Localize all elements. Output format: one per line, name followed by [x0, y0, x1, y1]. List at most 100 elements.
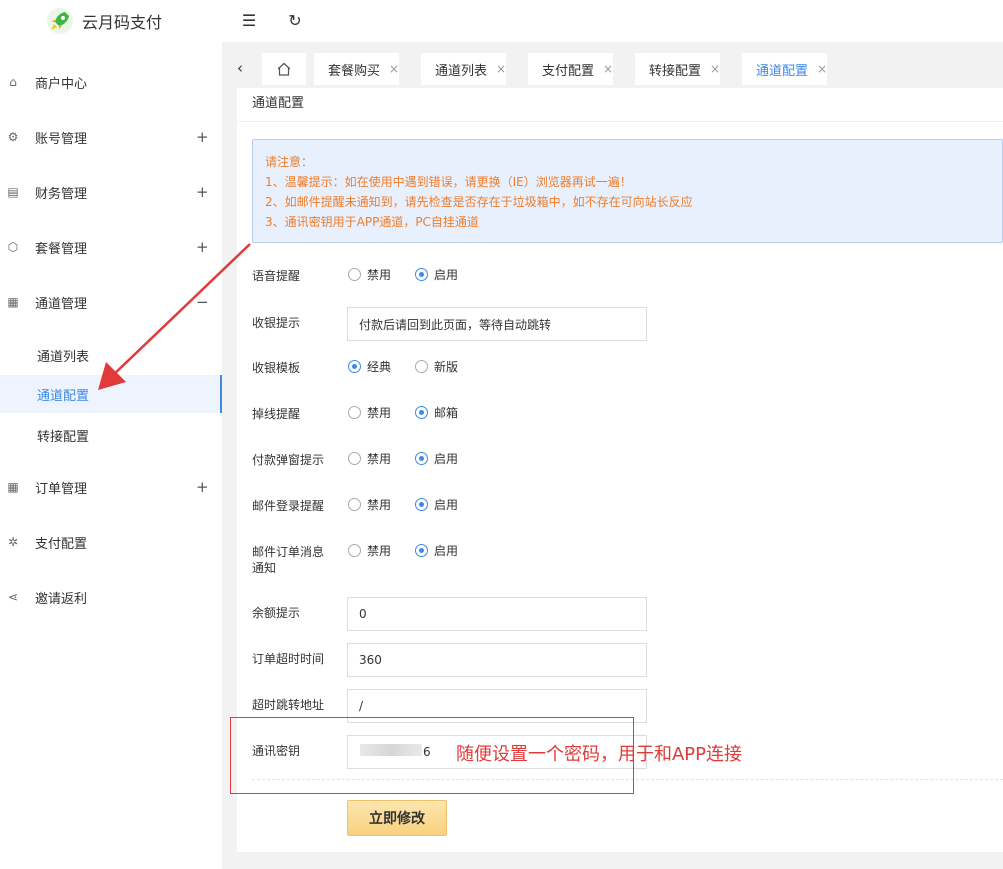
radio-label: 经典	[367, 360, 392, 374]
expand-icon[interactable]: +	[196, 238, 209, 256]
email-login-disable-radio[interactable]: 禁用	[348, 496, 391, 513]
close-icon[interactable]: ×	[710, 62, 720, 76]
offline-disable-radio[interactable]: 禁用	[348, 404, 391, 421]
voice-disable-radio[interactable]: 禁用	[348, 266, 391, 283]
tab-home[interactable]	[262, 53, 306, 85]
sidebar-item-label: 商户中心	[35, 76, 88, 92]
app-title: 云月码支付	[82, 13, 163, 32]
refresh-icon[interactable]: ↻	[284, 10, 306, 32]
radio-circle	[415, 406, 428, 419]
close-icon[interactable]: ×	[496, 62, 506, 76]
balance-label: 余额提示	[252, 606, 301, 620]
expand-icon[interactable]: +	[196, 183, 209, 201]
tab-label: 转接配置	[649, 63, 702, 79]
balance-input[interactable]	[347, 597, 647, 631]
radio-label: 禁用	[367, 544, 392, 558]
expand-icon[interactable]: +	[196, 128, 209, 146]
tab-package-purchase[interactable]: 套餐购买 ×	[314, 53, 399, 85]
book-icon: ▤	[7, 185, 19, 199]
sidebar-item-orders[interactable]: ▦ 订单管理 +	[0, 467, 222, 507]
cashier-template-label: 收银模板	[252, 361, 301, 375]
cashier-tip-input[interactable]	[347, 307, 647, 341]
label-line: 通知	[252, 561, 277, 575]
sidebar-item-merchant-center[interactable]: ⌂ 商户中心	[0, 62, 222, 102]
settings-icon: ✲	[7, 535, 19, 549]
app-logo[interactable]: 云月码支付	[46, 6, 162, 36]
tab-label: 通道配置	[756, 63, 809, 79]
voice-enable-radio[interactable]: 启用	[415, 266, 458, 283]
radio-circle	[415, 360, 428, 373]
collapse-menu-icon[interactable]: ☰	[238, 10, 260, 32]
submit-button[interactable]: 立即修改	[347, 800, 447, 836]
template-new-radio[interactable]: 新版	[415, 358, 458, 375]
sidebar-item-label: 账号管理	[35, 131, 88, 147]
radio-label: 禁用	[367, 498, 392, 512]
close-icon[interactable]: ×	[817, 62, 827, 76]
radio-circle	[415, 452, 428, 465]
radio-label: 启用	[434, 544, 459, 558]
radio-label: 禁用	[367, 452, 392, 466]
email-order-enable-radio[interactable]: 启用	[415, 542, 458, 559]
sidebar-item-package[interactable]: ⬡ 套餐管理 +	[0, 227, 222, 267]
tab-label: 通道列表	[435, 63, 488, 79]
tab-channel-list[interactable]: 通道列表 ×	[421, 53, 506, 85]
payment-popup-enable-radio[interactable]: 启用	[415, 450, 458, 467]
expand-icon[interactable]: +	[196, 478, 209, 496]
payment-popup-disable-radio[interactable]: 禁用	[348, 450, 391, 467]
notice-line: 1、温馨提示：如在使用中遇到错误，请更换（IE）浏览器再试一遍！	[265, 175, 632, 189]
email-order-disable-radio[interactable]: 禁用	[348, 542, 391, 559]
sidebar-item-label: 通道管理	[35, 296, 88, 312]
close-icon[interactable]: ×	[389, 62, 399, 76]
sidebar-item-label: 支付配置	[35, 536, 88, 552]
tab-channel-config[interactable]: 通道配置 ×	[742, 53, 827, 85]
collapse-icon[interactable]: −	[196, 293, 209, 311]
radio-circle	[415, 544, 428, 557]
notice-line: 2、如邮件提醒未通知到，请先检查是否存在于垃圾箱中，如不存在可向站长反应	[265, 195, 693, 209]
sidebar-item-payment-config[interactable]: ✲ 支付配置	[0, 522, 222, 562]
template-classic-radio[interactable]: 经典	[348, 358, 391, 375]
home-icon: ⌂	[9, 75, 17, 89]
box-icon: ⬡	[7, 240, 19, 254]
sidebar-subitem-label: 通道列表	[37, 349, 90, 365]
sidebar-item-finance[interactable]: ▤ 财务管理 +	[0, 172, 222, 212]
email-login-enable-radio[interactable]: 启用	[415, 496, 458, 513]
radio-label: 启用	[434, 452, 459, 466]
radio-circle	[348, 406, 361, 419]
grid-icon: ▦	[7, 295, 19, 309]
offline-email-radio[interactable]: 邮箱	[415, 404, 458, 421]
sidebar-item-invite-rebate[interactable]: ⋖ 邀请返利	[0, 577, 222, 617]
grid-icon: ▦	[7, 480, 19, 494]
sidebar-item-label: 邀请返利	[35, 591, 88, 607]
payment-popup-label: 付款弹窗提示	[252, 453, 325, 467]
offline-alert-label: 掉线提醒	[252, 407, 301, 421]
sidebar-subitem-channel-config[interactable]: 通道配置	[0, 375, 222, 413]
tab-transfer-config[interactable]: 转接配置 ×	[635, 53, 720, 85]
radio-label: 禁用	[367, 406, 392, 420]
tab-payment-config[interactable]: 支付配置 ×	[528, 53, 613, 85]
sidebar-item-channel[interactable]: ▦ 通道管理 −	[0, 282, 222, 322]
radio-circle	[348, 544, 361, 557]
home-icon	[277, 62, 291, 76]
radio-circle	[415, 498, 428, 511]
label-line: 邮件订单消息	[252, 545, 325, 559]
tab-label: 支付配置	[542, 63, 595, 79]
share-icon: ⋖	[7, 590, 19, 604]
order-timeout-label: 订单超时时间	[252, 652, 325, 666]
timeout-url-label: 超时跳转地址	[252, 698, 325, 712]
radio-circle	[348, 498, 361, 511]
tab-label: 套餐购买	[328, 63, 381, 79]
sidebar-item-label: 财务管理	[35, 186, 88, 202]
sidebar-subitem-transfer-config[interactable]: 转接配置	[0, 416, 222, 454]
notice-box: 请注意： 1、温馨提示：如在使用中遇到错误，请更换（IE）浏览器再试一遍！ 2、…	[252, 139, 1003, 243]
card-title: 通道配置	[252, 96, 305, 111]
sidebar-subitem-channel-list[interactable]: 通道列表	[0, 336, 222, 374]
close-icon[interactable]: ×	[603, 62, 613, 76]
radio-label: 启用	[434, 498, 459, 512]
email-order-label: 邮件订单消息 通知	[252, 544, 324, 576]
tab-bar: ‹ 套餐购买 × 通道列表 × 支付配置 × 转接配置 × 通道配置 ×	[222, 48, 1003, 88]
tab-scroll-left-icon[interactable]: ‹	[230, 57, 250, 79]
radio-circle	[348, 360, 361, 373]
radio-circle	[348, 452, 361, 465]
sidebar-item-account[interactable]: ⚙ 账号管理 +	[0, 117, 222, 157]
order-timeout-input[interactable]	[347, 643, 647, 677]
